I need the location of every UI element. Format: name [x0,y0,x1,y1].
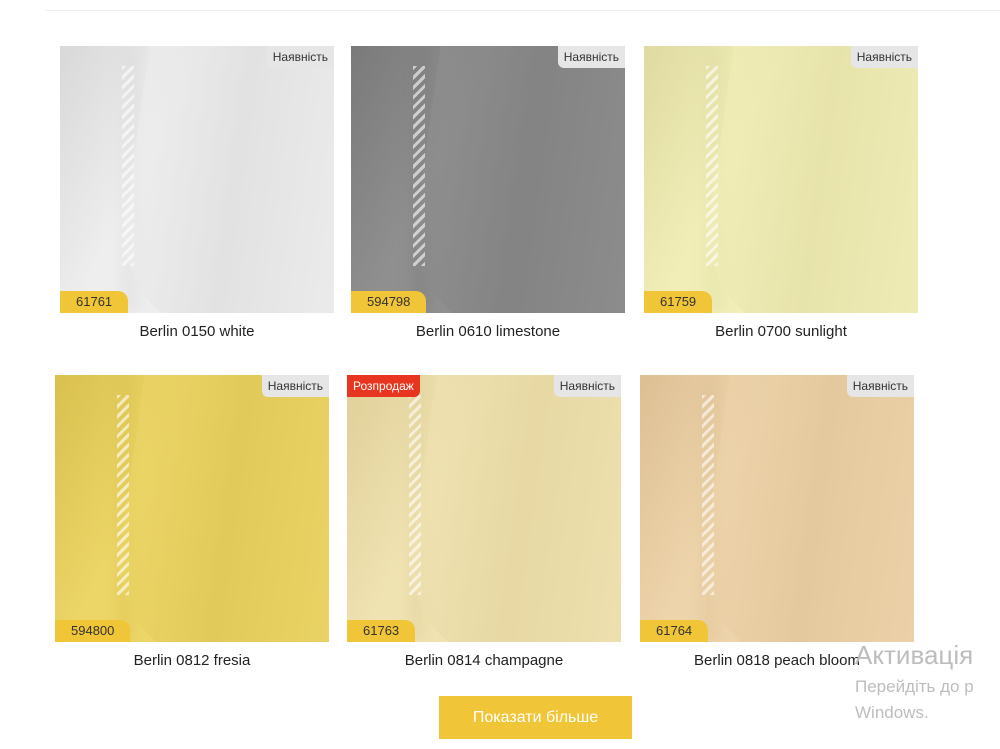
divider [45,10,1000,11]
fabric-edge [122,66,134,266]
product-title[interactable]: Berlin 0610 limestone [351,323,625,340]
activation-title: Активація [855,640,974,670]
product-card[interactable]: Наявність 61759 Berlin 0700 sunlight [644,46,918,340]
fabric-edge [117,395,129,595]
product-title[interactable]: Berlin 0700 sunlight [644,323,918,340]
stock-badge: Наявність [266,46,334,68]
fabric-edge [413,66,425,266]
fabric-fold [103,375,329,642]
product-card[interactable]: Наявність 61764 Berlin 0818 peach bloom [640,375,914,669]
fabric-fold [692,46,918,313]
fabric-fold [688,375,914,642]
fabric-image[interactable]: Наявність Розпродаж 61763 [347,375,621,642]
product-title[interactable]: Berlin 0150 white [60,323,334,340]
activation-line-2: Windows. [855,703,929,722]
stock-badge: Наявність [850,46,918,68]
fabric-fold [108,46,334,313]
product-title[interactable]: Berlin 0814 champagne [347,652,621,669]
product-code-badge: 594798 [351,291,427,313]
fabric-edge [706,66,718,266]
show-more-button[interactable]: Показати більше [439,696,632,739]
stock-badge: Наявність [261,375,329,397]
stock-badge: Наявність [846,375,914,397]
fabric-image[interactable]: Наявність 594798 [351,46,625,313]
fabric-edge [702,395,714,595]
fabric-image[interactable]: Наявність 61759 [644,46,918,313]
activation-line-1: Перейдіть до р [855,677,974,696]
product-code-badge: 61764 [640,620,709,642]
product-title[interactable]: Berlin 0812 fresia [55,652,329,669]
sale-badge: Розпродаж [347,375,420,397]
product-code-badge: 594800 [55,620,131,642]
product-code-badge: 61759 [644,291,713,313]
product-card[interactable]: Наявність 61761 Berlin 0150 white [60,46,334,340]
product-card[interactable]: Наявність 594798 Berlin 0610 limestone [351,46,625,340]
fabric-image[interactable]: Наявність 61764 [640,375,914,642]
windows-activation-watermark: Активація Перейдіть до р Windows. [855,640,974,723]
product-card[interactable]: Наявність 594800 Berlin 0812 fresia [55,375,329,669]
product-card[interactable]: Наявність Розпродаж 61763 Berlin 0814 champ… [347,375,621,669]
stock-badge: Наявність [553,375,621,397]
stock-badge: Наявність [557,46,625,68]
product-code-badge: 61763 [347,620,416,642]
fabric-fold [399,46,625,313]
product-code-badge: 61761 [60,291,129,313]
fabric-edge [409,395,421,595]
fabric-fold [395,375,621,642]
fabric-image[interactable]: Наявність 61761 [60,46,334,313]
fabric-image[interactable]: Наявність 594800 [55,375,329,642]
